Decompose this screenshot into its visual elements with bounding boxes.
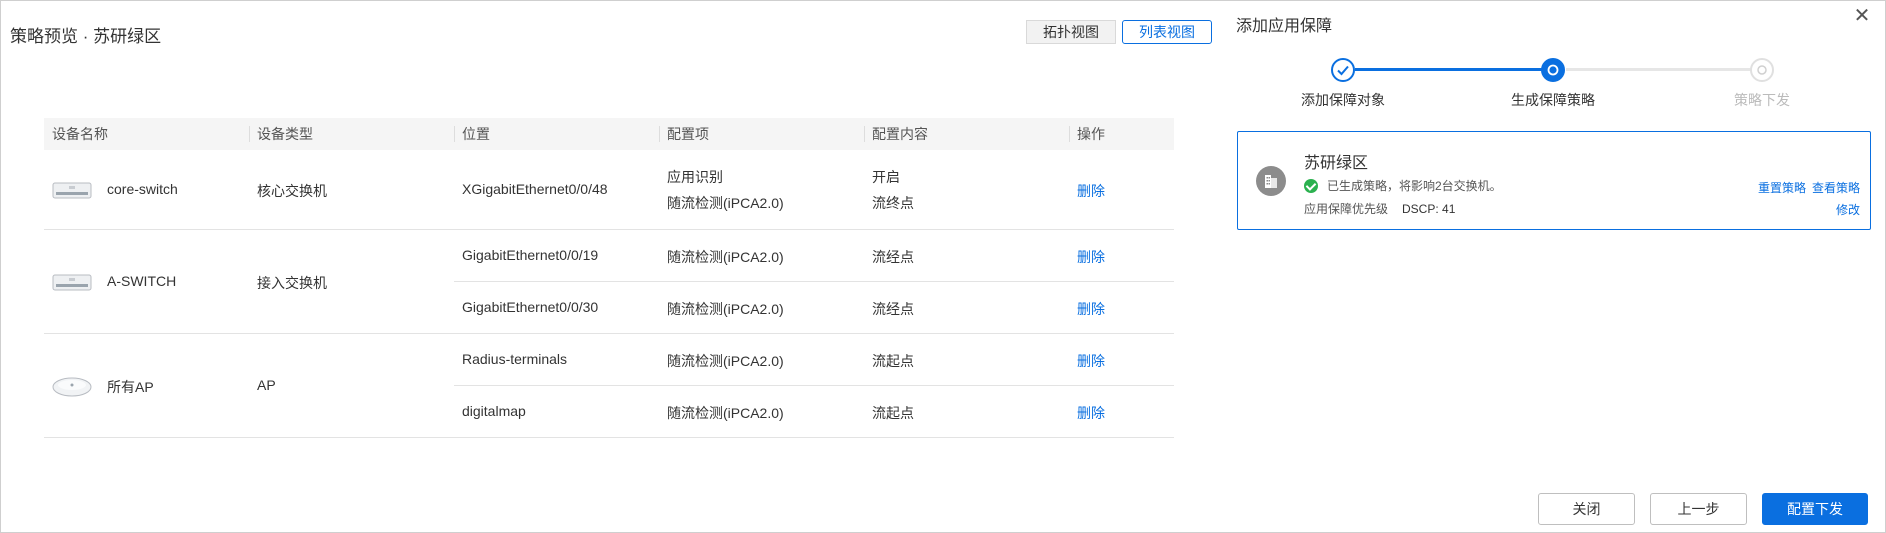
config-content: 流经点 xyxy=(872,249,914,265)
policy-card: 苏研绿区 已生成策略，将影响2台交换机。 应用保障优先级 DSCP: 41 重置策… xyxy=(1237,131,1871,230)
config-item: 随流检测(iPCA2.0) xyxy=(667,301,784,317)
header-device-type: 设备类型 xyxy=(249,118,313,150)
step-label-3: 策略下发 xyxy=(1734,92,1790,108)
page-title: 策略预览 · 苏研绿区 xyxy=(10,27,162,46)
switch-icon xyxy=(52,274,92,291)
config-item: 随流检测(iPCA2.0) xyxy=(667,195,784,211)
card-title: 苏研绿区 xyxy=(1304,155,1369,172)
header-action: 操作 xyxy=(1069,118,1105,150)
switch-icon xyxy=(52,182,92,199)
panel-title: 添加应用保障 xyxy=(1236,18,1333,35)
location: Radius-terminals xyxy=(462,351,568,367)
delete-link[interactable]: 删除 xyxy=(1077,403,1105,423)
step-label-2: 生成保障策略 xyxy=(1511,92,1595,108)
config-content: 流起点 xyxy=(872,405,914,421)
close-button[interactable]: 关闭 xyxy=(1538,493,1635,525)
access-point-icon xyxy=(52,377,92,397)
view-toggle: 拓扑视图 列表视图 xyxy=(1026,20,1212,44)
location: XGigabitEthernet0/0/48 xyxy=(462,181,608,197)
topology-view-button[interactable]: 拓扑视图 xyxy=(1026,20,1116,44)
card-status: 已生成策略，将影响2台交换机。 xyxy=(1304,177,1502,194)
step-label-1: 添加保障对象 xyxy=(1301,92,1385,108)
device-name: A-SWITCH xyxy=(107,273,177,289)
header-config-item: 配置项 xyxy=(659,118,709,150)
delete-link[interactable]: 删除 xyxy=(1077,181,1105,201)
success-check-icon xyxy=(1304,178,1318,193)
table-row: 所有AP AP Radius-terminals 随流检测(iPCA2.0) 流… xyxy=(44,334,1174,438)
card-status-text: 已生成策略，将影响2台交换机。 xyxy=(1327,179,1502,193)
config-item: 随流检测(iPCA2.0) xyxy=(667,249,784,265)
reset-policy-link[interactable]: 重置策略 xyxy=(1758,181,1806,195)
list-view-button[interactable]: 列表视图 xyxy=(1122,20,1212,44)
device-name: core-switch xyxy=(107,181,178,197)
location: GigabitEthernet0/0/19 xyxy=(462,247,599,263)
row-divider xyxy=(454,281,1174,282)
step-done-icon xyxy=(1331,58,1355,82)
priority-label: 应用保障优先级 xyxy=(1304,202,1389,216)
location: digitalmap xyxy=(462,403,526,419)
step-active-icon xyxy=(1541,58,1565,82)
device-type: AP xyxy=(257,377,276,393)
config-item: 应用识别 xyxy=(667,169,723,185)
table-row: core-switch 核心交换机 XGigabitEthernet0/0/48… xyxy=(44,150,1174,230)
card-priority: 应用保障优先级 DSCP: 41 xyxy=(1304,200,1455,217)
header-config-content: 配置内容 xyxy=(864,118,928,150)
table-row: A-SWITCH 接入交换机 GigabitEthernet0/0/19 随流检… xyxy=(44,230,1174,334)
config-item: 随流检测(iPCA2.0) xyxy=(667,353,784,369)
config-content: 流终点 xyxy=(872,195,914,211)
view-policy-link[interactable]: 查看策略 xyxy=(1812,181,1860,195)
delete-link[interactable]: 删除 xyxy=(1077,247,1105,267)
config-content: 流起点 xyxy=(872,353,914,369)
header-location: 位置 xyxy=(454,118,490,150)
modify-link[interactable]: 修改 xyxy=(1836,203,1860,217)
location: GigabitEthernet0/0/30 xyxy=(462,299,599,315)
table-header: 设备名称 设备类型 位置 配置项 配置内容 操作 xyxy=(44,118,1174,150)
config-item: 随流检测(iPCA2.0) xyxy=(667,405,784,421)
card-actions: 重置策略 查看策略 修改 xyxy=(1752,179,1860,218)
prev-step-button[interactable]: 上一步 xyxy=(1650,493,1747,525)
deploy-config-button[interactable]: 配置下发 xyxy=(1762,493,1868,525)
device-type: 接入交换机 xyxy=(257,275,327,291)
device-type: 核心交换机 xyxy=(257,183,327,199)
step-connector-pending xyxy=(1566,68,1760,71)
policy-table: 设备名称 设备类型 位置 配置项 配置内容 操作 core-switch 核心交… xyxy=(44,118,1174,438)
priority-value: DSCP: 41 xyxy=(1402,202,1456,216)
delete-link[interactable]: 删除 xyxy=(1077,299,1105,319)
row-divider xyxy=(454,385,1174,386)
step-connector-done xyxy=(1355,68,1552,71)
building-icon xyxy=(1256,166,1286,196)
delete-link[interactable]: 删除 xyxy=(1077,351,1105,371)
config-content: 开启 xyxy=(872,169,900,185)
device-name: 所有AP xyxy=(107,379,154,395)
step-pending-icon xyxy=(1750,58,1774,82)
header-device-name: 设备名称 xyxy=(52,126,108,142)
config-content: 流经点 xyxy=(872,301,914,317)
close-icon[interactable]: ✕ xyxy=(1852,6,1872,26)
